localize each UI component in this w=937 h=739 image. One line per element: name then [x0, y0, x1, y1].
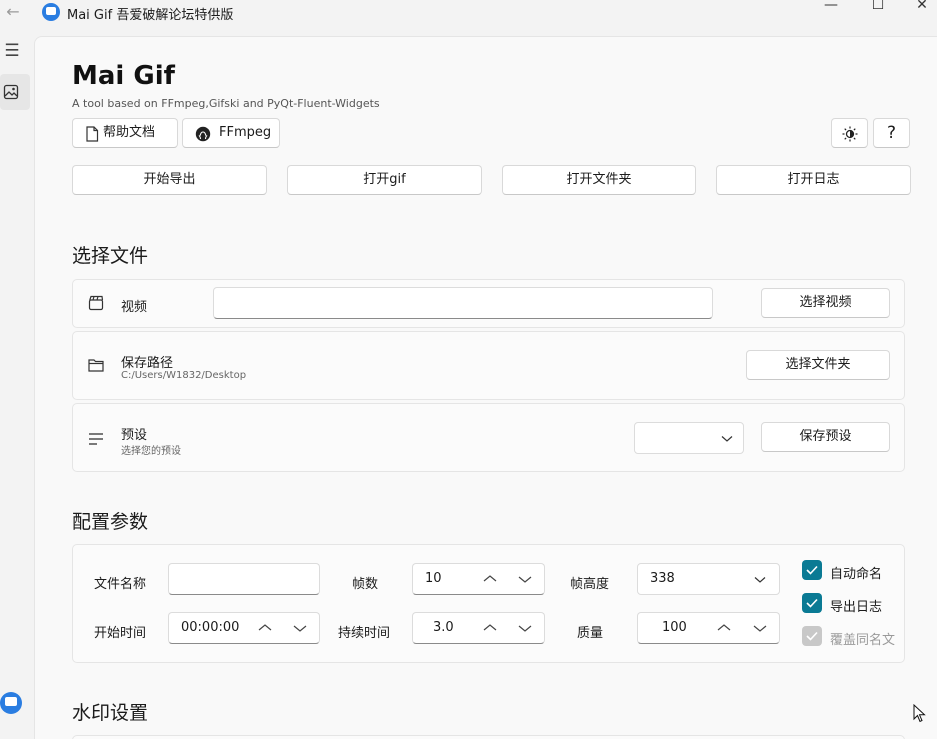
save-path-label: 保存路径	[121, 356, 174, 371]
video-label: 视频	[121, 300, 148, 315]
checkmark-icon	[806, 565, 818, 575]
file-name-label: 文件名称	[94, 577, 147, 592]
select-file-section-title: 选择文件	[72, 245, 149, 267]
app-logo-icon	[42, 3, 60, 21]
chevron-down-icon[interactable]	[751, 620, 769, 636]
ffmpeg-label: FFmpeg	[219, 125, 272, 140]
frame-height-value: 338	[650, 571, 675, 586]
chevron-down-icon[interactable]	[291, 620, 309, 636]
overwrite-checkbox[interactable]	[802, 626, 822, 646]
chevron-up-icon[interactable]	[481, 571, 499, 587]
nav-item-home[interactable]	[0, 74, 30, 110]
mouse-cursor-icon	[913, 704, 926, 723]
minimize-button[interactable]: —	[808, 0, 854, 14]
watermark-card	[72, 735, 905, 739]
maximize-button[interactable]: ☐	[855, 0, 901, 14]
save-preset-button[interactable]: 保存预设	[761, 422, 890, 452]
export-log-label: 导出日志	[830, 600, 883, 615]
app-avatar-icon[interactable]	[0, 692, 22, 714]
open-log-button[interactable]: 打开日志	[716, 165, 911, 195]
help-doc-label: 帮助文档	[103, 125, 156, 140]
preset-description: 选择您的预设	[121, 446, 181, 457]
duration-value: 3.0	[433, 620, 454, 635]
start-time-spinbox[interactable]: 00:00:00	[168, 612, 320, 644]
preset-label: 预设	[121, 428, 148, 443]
preset-dropdown[interactable]	[634, 422, 744, 454]
quality-spinbox[interactable]: 100	[637, 612, 780, 644]
document-icon	[86, 126, 99, 142]
watermark-section-title: 水印设置	[72, 702, 149, 724]
checkmark-icon	[806, 598, 818, 608]
main-content: Mai Gif A tool based on FFmpeg,Gifski an…	[34, 36, 937, 739]
chevron-up-icon[interactable]	[481, 620, 499, 636]
help-button[interactable]: ?	[873, 118, 910, 148]
save-path-value: C:/Users/W1832/Desktop	[121, 370, 247, 381]
quality-value: 100	[662, 620, 687, 635]
start-export-button[interactable]: 开始导出	[72, 165, 267, 195]
open-folder-button[interactable]: 打开文件夹	[502, 165, 696, 195]
chevron-down-icon	[721, 436, 733, 442]
fps-label: 帧数	[352, 577, 379, 592]
file-name-input[interactable]	[168, 563, 320, 595]
window-title: Mai Gif 吾爱破解论坛特供版	[67, 8, 234, 23]
help-label: ?	[886, 123, 897, 143]
quality-label: 质量	[577, 626, 604, 641]
chevron-up-icon[interactable]	[256, 620, 274, 636]
back-arrow-icon[interactable]: ←	[2, 2, 24, 22]
preset-card: 预设 选择您的预设 保存预设	[72, 403, 905, 472]
chevron-down-icon	[754, 577, 766, 583]
fps-value: 10	[425, 571, 442, 586]
fps-spinbox[interactable]: 10	[412, 563, 545, 595]
github-icon	[195, 126, 211, 142]
select-folder-button[interactable]: 选择文件夹	[746, 350, 890, 380]
theme-toggle-button[interactable]	[831, 118, 868, 148]
video-clapper-icon	[88, 295, 104, 311]
chevron-up-icon[interactable]	[715, 620, 733, 636]
hamburger-menu-icon[interactable]: ☰	[2, 42, 22, 60]
title-bar: ← Mai Gif 吾爱破解论坛特供版 — ☐ ✕	[0, 0, 937, 30]
export-log-checkbox[interactable]	[802, 593, 822, 613]
text-align-icon	[89, 433, 103, 445]
video-path-input[interactable]	[213, 287, 713, 319]
folder-icon	[88, 359, 104, 372]
open-gif-button[interactable]: 打开gif	[287, 165, 482, 195]
duration-label: 持续时间	[338, 626, 391, 641]
help-doc-button[interactable]: 帮助文档	[72, 118, 178, 148]
chevron-down-icon[interactable]	[516, 571, 534, 587]
select-video-button[interactable]: 选择视频	[761, 288, 890, 318]
start-time-label: 开始时间	[94, 626, 147, 641]
ffmpeg-button[interactable]: FFmpeg	[182, 118, 280, 148]
page-title: Mai Gif	[72, 61, 175, 91]
close-button[interactable]: ✕	[899, 0, 937, 14]
image-icon	[3, 84, 19, 100]
duration-spinbox[interactable]: 3.0	[412, 612, 545, 644]
chevron-down-icon[interactable]	[516, 620, 534, 636]
checkmark-icon	[806, 631, 818, 641]
auto-name-label: 自动命名	[830, 567, 883, 582]
config-card: 文件名称 帧数 10 帧高度 338 自动命名 开始时间 00:00:00 持续…	[72, 544, 905, 663]
brightness-icon	[842, 126, 857, 142]
video-card: 视频 选择视频	[72, 279, 905, 328]
start-time-value: 00:00:00	[181, 620, 240, 635]
page-subtitle: A tool based on FFmpeg,Gifski and PyQt-F…	[72, 97, 380, 110]
config-section-title: 配置参数	[72, 511, 149, 533]
navigation-sidebar: ☰	[0, 30, 34, 739]
frame-height-dropdown[interactable]: 338	[637, 563, 780, 595]
frame-height-label: 帧高度	[570, 577, 610, 592]
auto-name-checkbox[interactable]	[802, 560, 822, 580]
overwrite-label: 覆盖同名文	[830, 633, 896, 648]
save-path-card: 保存路径 C:/Users/W1832/Desktop 选择文件夹	[72, 331, 905, 400]
